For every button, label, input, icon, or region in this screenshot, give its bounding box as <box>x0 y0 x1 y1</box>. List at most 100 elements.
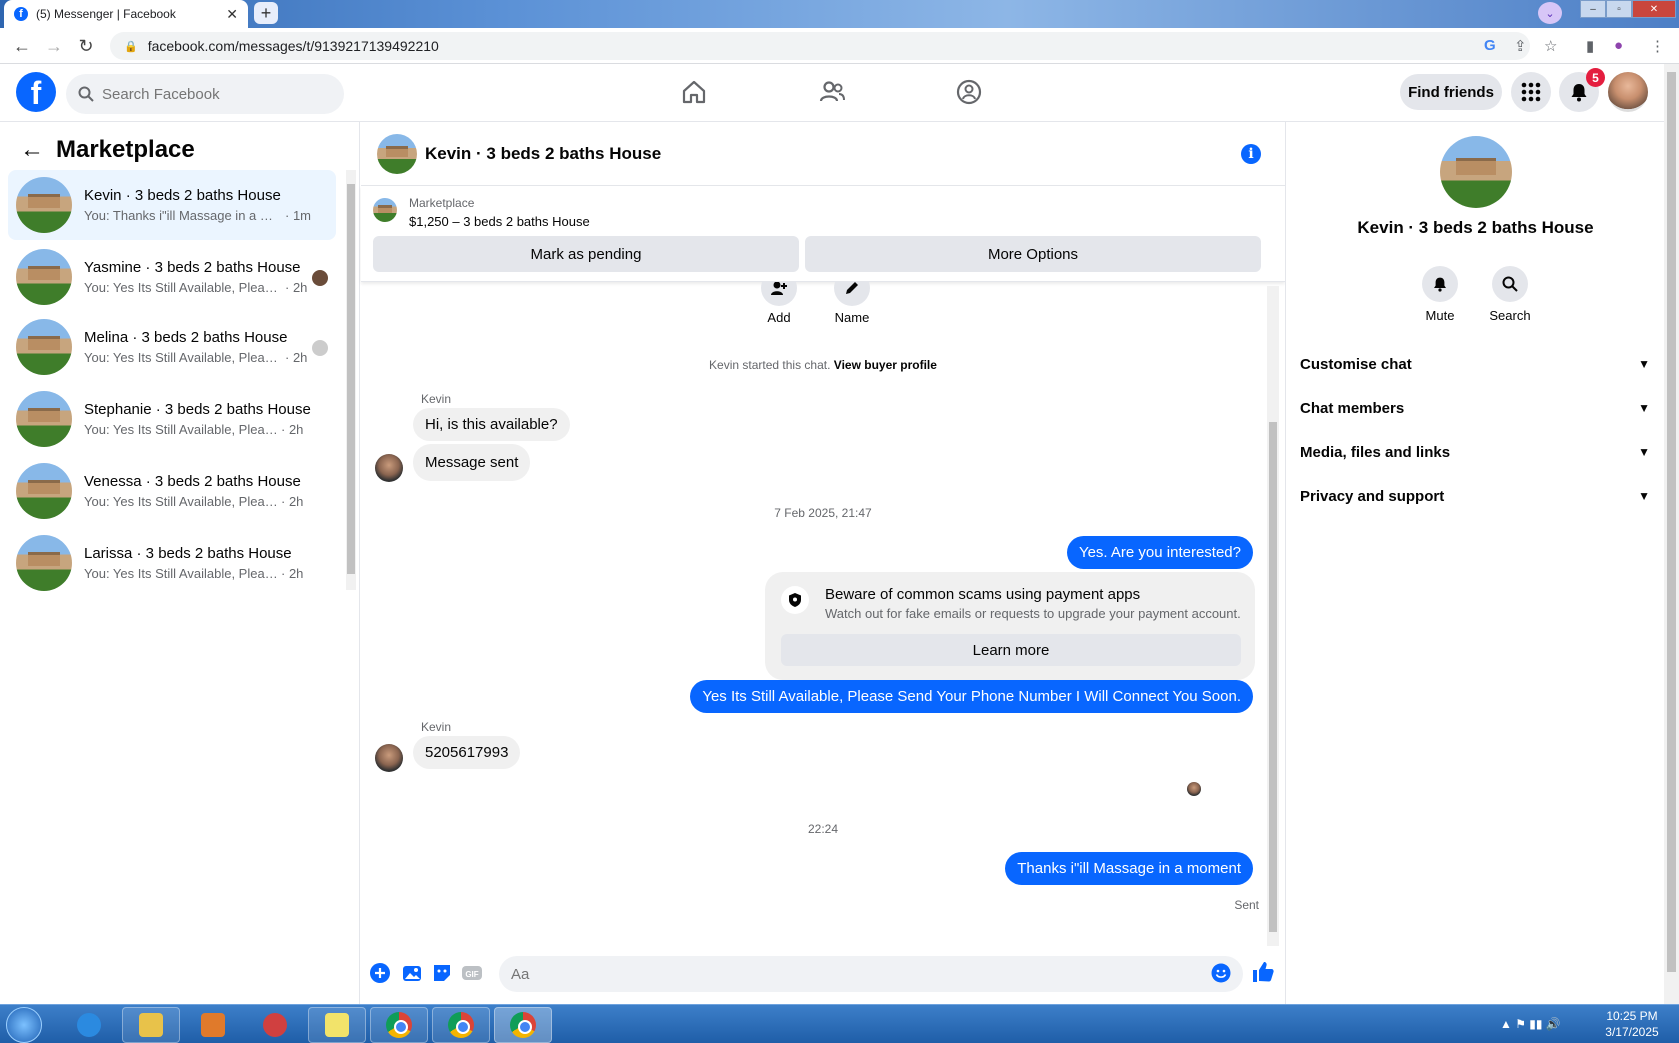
message-bubble-incoming[interactable]: Hi, is this available? <box>413 408 570 441</box>
groups-icon[interactable] <box>955 78 983 106</box>
info-icon[interactable]: i <box>1241 144 1261 164</box>
conversation-name: Yasmine · 3 beds 2 baths House <box>84 259 301 276</box>
close-window-button[interactable]: ✕ <box>1632 0 1676 18</box>
scrollbar-thumb[interactable] <box>347 184 355 574</box>
mark-as-pending-button[interactable]: Mark as pending <box>373 236 799 272</box>
house-avatar[interactable] <box>377 134 417 174</box>
learn-more-button[interactable]: Learn more <box>781 634 1241 666</box>
search-in-chat-button[interactable] <box>1492 266 1528 302</box>
url-field[interactable]: 🔒 facebook.com/messages/t/91392171394922… <box>110 32 1530 60</box>
find-friends-button[interactable]: Find friends <box>1400 74 1502 110</box>
photo-icon[interactable] <box>401 962 423 984</box>
share-icon[interactable]: ⇪ <box>1514 37 1527 55</box>
system-tray-icons[interactable]: ▲ ⚑ ▮▮ 🔊 <box>1500 1017 1561 1031</box>
kevin-avatar[interactable] <box>375 744 403 772</box>
message-bubble-incoming[interactable]: Message sent <box>413 444 531 481</box>
pane-title: Marketplace <box>56 136 195 163</box>
clock-date: 3/17/2025 <box>1605 1025 1659 1039</box>
file-explorer-taskbar-icon[interactable] <box>122 1007 180 1043</box>
bookmark-star-icon[interactable]: ☆ <box>1544 37 1557 55</box>
facebook-favicon-icon: f <box>14 7 28 21</box>
conversation-item-kevin[interactable]: Kevin · 3 beds 2 baths House You: Thanks… <box>8 170 336 240</box>
scam-warning-card: Beware of common scams using payment app… <box>765 572 1255 680</box>
menu-grid-button[interactable] <box>1511 72 1551 112</box>
scrollbar-thumb[interactable] <box>1667 72 1676 972</box>
section-label: Media, files and links <box>1300 443 1451 461</box>
facebook-logo-icon[interactable]: f <box>16 72 56 112</box>
side-panel-icon[interactable]: ▮ <box>1586 37 1594 55</box>
timestamp: 22:24 <box>807 822 839 836</box>
kevin-avatar[interactable] <box>375 454 403 482</box>
conversation-time: · 2h <box>281 422 304 437</box>
conversation-preview: You: Yes Its Still Available, Please Se.… <box>84 566 279 581</box>
system-clock[interactable]: 10:25 PM 3/17/2025 <box>1596 1008 1668 1040</box>
conversation-item-venessa[interactable]: Venessa · 3 beds 2 baths House You: Yes … <box>8 456 336 526</box>
chat-info-pane: Kevin · 3 beds 2 baths House Mute Search… <box>1285 122 1664 1004</box>
maximize-window-button[interactable]: ▫ <box>1606 0 1632 18</box>
account-avatar[interactable] <box>1608 72 1648 112</box>
search-box[interactable] <box>66 74 344 114</box>
message-bubble-outgoing[interactable]: Thanks i"ill Massage in a moment <box>1005 852 1253 885</box>
search-input[interactable] <box>102 85 322 103</box>
more-options-button[interactable]: More Options <box>805 236 1261 272</box>
minimize-window-button[interactable]: – <box>1580 0 1606 18</box>
conversation-item-yasmine[interactable]: Yasmine · 3 beds 2 baths House You: Yes … <box>8 242 336 312</box>
conversation-item-melina[interactable]: Melina · 3 beds 2 baths House You: Yes I… <box>8 312 336 382</box>
message-bubble-outgoing[interactable]: Yes Its Still Available, Please Send You… <box>690 680 1253 713</box>
emoji-icon[interactable] <box>1211 963 1231 983</box>
house-avatar-large[interactable] <box>1440 136 1512 208</box>
page-scrollbar[interactable] <box>1664 64 1679 1004</box>
message-bubble-incoming[interactable]: 5205617993 <box>413 736 521 769</box>
conversation-time: · 2h <box>285 280 308 295</box>
forward-arrow-icon[interactable]: → <box>44 36 64 57</box>
conversation-item-larissa[interactable]: Larissa · 3 beds 2 baths House You: Yes … <box>8 528 336 598</box>
chat-members-section[interactable]: Chat members ▼ <box>1300 388 1650 428</box>
conversation-item-stephanie[interactable]: Stephanie · 3 beds 2 baths House You: Ye… <box>8 384 336 454</box>
view-buyer-profile-link[interactable]: View buyer profile <box>834 358 937 372</box>
marketplace-listing-bar: Marketplace $1,250 – 3 beds 2 baths Hous… <box>361 186 1285 282</box>
search-icon <box>1502 276 1518 292</box>
media-files-links-section[interactable]: Media, files and links ▼ <box>1300 432 1650 472</box>
scrollbar-thumb[interactable] <box>1269 422 1277 932</box>
thumbs-up-icon[interactable] <box>1251 960 1275 984</box>
start-button[interactable] <box>6 1007 42 1043</box>
conversation-time: · 2h <box>281 494 304 509</box>
sticker-icon[interactable] <box>431 962 453 984</box>
mute-button[interactable] <box>1422 266 1458 302</box>
browser-menu-icon[interactable]: ⋮ <box>1650 37 1665 55</box>
google-icon[interactable]: G <box>1484 37 1496 54</box>
new-tab-button[interactable]: + <box>254 2 278 24</box>
tab-close-icon[interactable]: ✕ <box>226 6 238 23</box>
browser-tab[interactable]: f (5) Messenger | Facebook ✕ <box>4 0 248 28</box>
chrome-taskbar-icon[interactable] <box>432 1007 490 1043</box>
listing-title[interactable]: $1,250 – 3 beds 2 baths House <box>409 214 590 229</box>
conversation-name: Venessa · 3 beds 2 baths House <box>84 473 301 490</box>
section-label: Privacy and support <box>1300 487 1445 505</box>
back-arrow-icon[interactable]: ← <box>20 136 44 164</box>
conversation-list-scrollbar[interactable] <box>346 170 356 590</box>
chat-scrollbar[interactable] <box>1267 286 1279 946</box>
chat-title[interactable]: Kevin · 3 beds 2 baths House <box>425 144 661 164</box>
internet-explorer-taskbar-icon[interactable] <box>60 1007 118 1043</box>
profile-icon[interactable]: ● <box>1614 37 1623 54</box>
reload-icon[interactable]: ↻ <box>76 36 96 57</box>
customise-chat-section[interactable]: Customise chat ▼ <box>1300 344 1650 384</box>
listing-thumbnail[interactable] <box>373 198 397 222</box>
back-arrow-icon[interactable]: ← <box>12 36 32 57</box>
message-input[interactable] <box>499 956 1243 992</box>
add-person-button[interactable] <box>761 282 797 306</box>
plus-circle-icon[interactable] <box>369 962 391 984</box>
gif-icon[interactable]: GIF <box>461 962 483 984</box>
chrome-taskbar-icon[interactable] <box>370 1007 428 1043</box>
message-bubble-outgoing[interactable]: Yes. Are you interested? <box>1066 536 1253 569</box>
privacy-support-section[interactable]: Privacy and support ▼ <box>1300 476 1650 516</box>
name-button[interactable] <box>834 282 870 306</box>
friends-icon[interactable] <box>818 78 846 106</box>
home-icon[interactable] <box>680 78 708 106</box>
tab-search-icon[interactable]: ⌄ <box>1538 2 1562 24</box>
lock-icon: 🔒 <box>124 40 138 53</box>
snipping-tool-taskbar-icon[interactable] <box>246 1007 304 1043</box>
sticky-notes-taskbar-icon[interactable] <box>308 1007 366 1043</box>
chrome-taskbar-icon[interactable] <box>494 1007 552 1043</box>
media-player-taskbar-icon[interactable] <box>184 1007 242 1043</box>
